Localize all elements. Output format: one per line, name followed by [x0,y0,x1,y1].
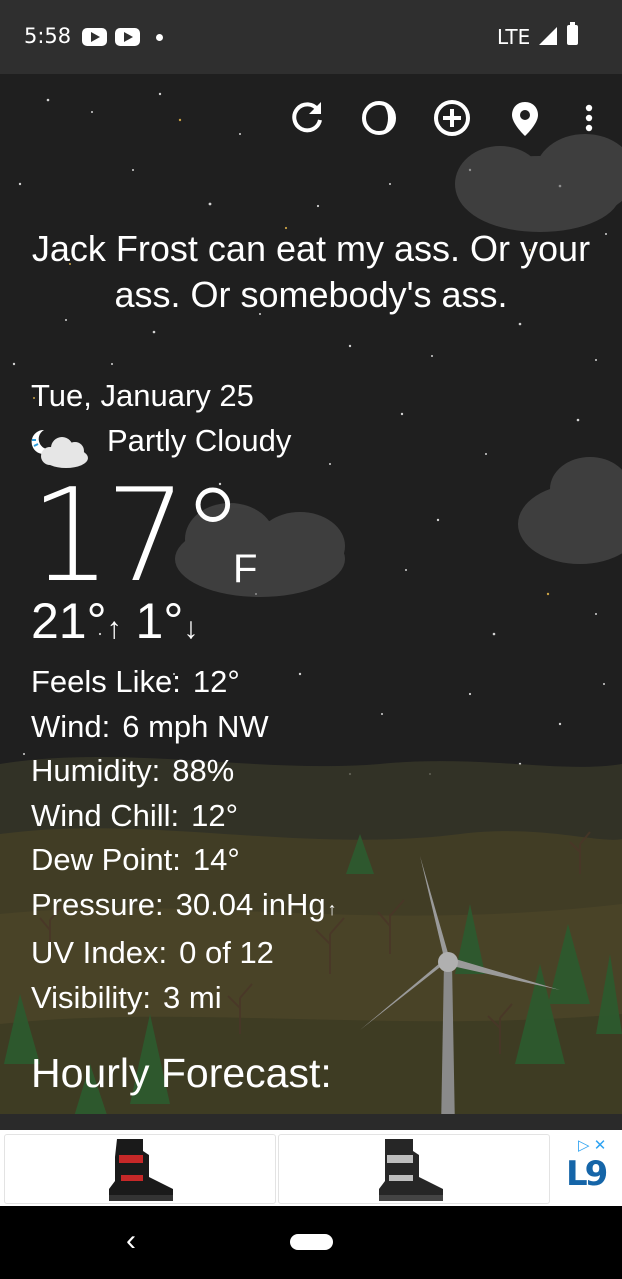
ski-boot-image [379,1139,443,1201]
more-notifications-icon [156,34,163,41]
ski-boot-image [109,1139,173,1201]
youtube-notification-icon [82,28,107,46]
pressure-rising-icon: ↑ [327,898,337,919]
signal-icon [539,27,557,45]
location-button[interactable] [503,96,547,140]
ad-banner[interactable]: ▷ ✕ L9 [0,1130,622,1206]
advertiser-logo[interactable]: L9 [566,1154,608,1194]
up-arrow-icon: ↑ [106,612,122,645]
condition-text: Partly Cloudy [107,423,292,458]
status-time: 5:58 [24,24,72,48]
network-type: LTE [497,25,531,49]
ad-product-card[interactable] [278,1134,550,1204]
low-temperature: 1° [135,593,184,649]
detail-row: Wind: 6 mph NW [31,708,269,744]
weather-scene: Jack Frost can eat my ass. Or your ass. … [0,74,622,1130]
detail-row: UV Index: 0 of 12 [31,935,274,970]
detail-row: Feels Like: 12° [31,664,240,699]
high-temperature: 21° [31,593,107,649]
weather-details: Feels Like: 12° Wind: 6 mph NW Humidity: 88… [31,660,337,1020]
theme-icon [362,101,396,135]
current-temperature: 17° [30,462,245,611]
more-options-button[interactable] [567,96,611,140]
temperature-unit: F [233,547,258,591]
refresh-button[interactable] [285,96,329,140]
add-circle-icon [434,100,470,136]
current-date: Tue, January 25 [31,378,254,413]
add-location-button[interactable] [430,96,474,140]
down-arrow-icon: ↓ [183,612,199,645]
ad-product-card[interactable] [4,1134,276,1204]
detail-row: Humidity: 88% [31,753,235,788]
back-button[interactable]: ‹ [126,1224,136,1258]
weather-message: Jack Frost can eat my ass. Or your ass. … [31,228,591,315]
detail-row: Pressure: 30.04 inHg ↑ [31,886,337,922]
high-low-temperature: 21°↑ 1°↓ [31,592,198,650]
detail-row: Dew Point: 14° [31,842,240,877]
detail-row: Wind Chill: 12° [31,797,239,833]
status-bar: 5:58 LTE [0,0,622,74]
location-pin-icon [512,102,538,136]
battery-icon [567,22,578,45]
ad-choices-icon[interactable]: ▷ ✕ [578,1136,620,1154]
home-button[interactable] [290,1234,333,1250]
detail-row: Visibility: 3 mi [31,979,222,1015]
hourly-forecast-title: Hourly Forecast: [31,1050,332,1096]
youtube-notification-icon [115,28,140,46]
navigation-bar: ‹ [0,1206,622,1279]
refresh-icon [292,102,322,133]
theme-button[interactable] [357,96,401,140]
more-vert-icon [585,104,593,132]
clouds [175,134,622,597]
